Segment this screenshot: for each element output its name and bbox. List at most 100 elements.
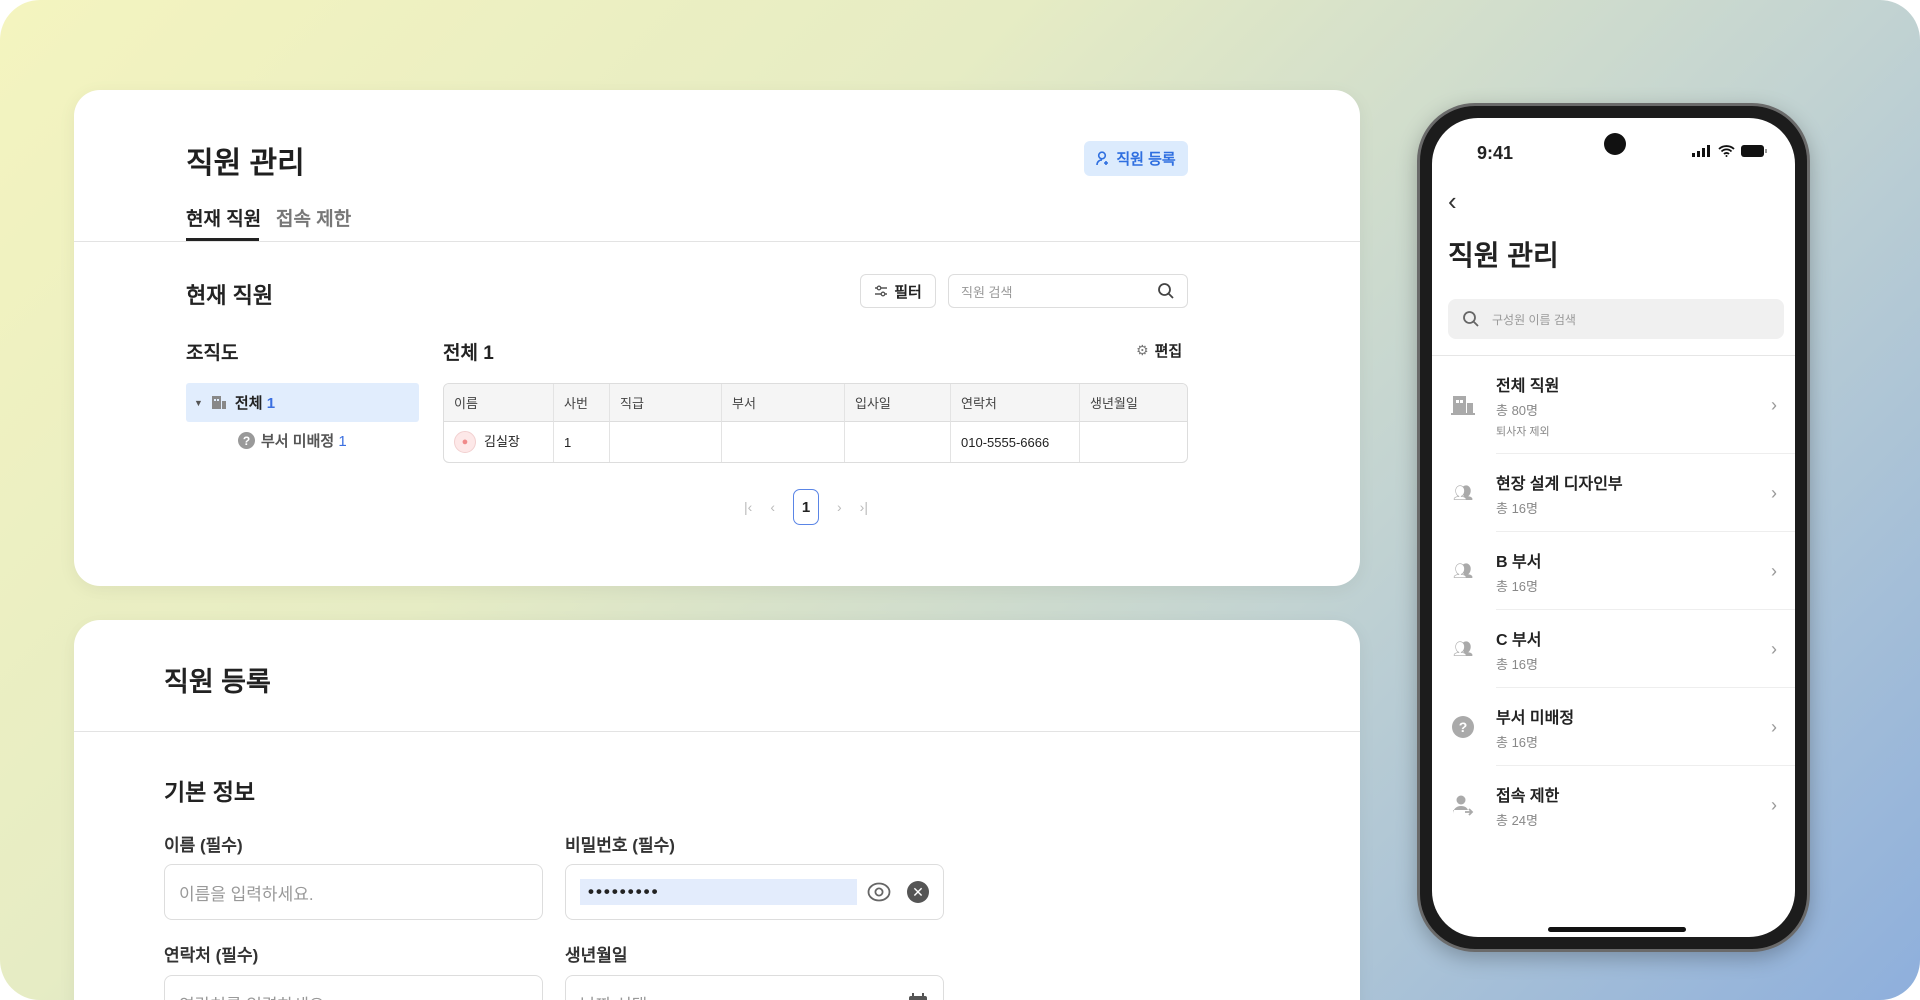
cell-dept xyxy=(722,422,845,462)
cell-birthdate xyxy=(1080,422,1187,462)
status-time: 9:41 xyxy=(1477,143,1514,163)
filter-button[interactable]: 필터 xyxy=(860,274,936,308)
gear-icon: ⚙ xyxy=(1136,342,1149,358)
table-header-row: 이름 사번 직급 부서 입사일 연락처 생년월일 xyxy=(444,384,1187,422)
item-count: 총 16명 xyxy=(1496,734,1538,750)
battery-icon xyxy=(1741,145,1767,157)
prev-page-icon[interactable]: ‹ xyxy=(770,499,775,515)
tab-access-restricted[interactable]: 접속 제한 xyxy=(276,204,351,231)
column-header[interactable]: 직급 xyxy=(610,384,722,422)
filter-label: 필터 xyxy=(894,283,922,301)
calendar-icon[interactable] xyxy=(907,992,929,1000)
employee-search-input[interactable]: 직원 검색 xyxy=(948,274,1188,308)
birthdate-placeholder: 날짜 선택 xyxy=(580,991,647,1000)
name-label: 이름 (필수) xyxy=(164,836,243,855)
employee-management-card: 직원 관리 직원 등록 현재 직원 접속 제한 현재 직원 필터 직원 검색 조… xyxy=(74,90,1360,586)
divider xyxy=(74,241,1360,242)
search-placeholder: 직원 검색 xyxy=(961,284,1013,300)
signal-icon xyxy=(1692,145,1710,157)
group-icon: 👥︎ xyxy=(1452,563,1474,580)
item-count: 총 16명 xyxy=(1496,656,1538,672)
password-value: ••••••••• xyxy=(580,879,857,905)
clear-icon[interactable]: ✕ xyxy=(907,881,929,903)
column-header[interactable]: 입사일 xyxy=(845,384,951,422)
item-title: 부서 미배정 xyxy=(1496,709,1575,727)
question-icon: ? xyxy=(1450,714,1476,740)
sliders-icon xyxy=(875,285,888,297)
edit-label: 편집 xyxy=(1154,343,1183,360)
register-button-label: 직원 등록 xyxy=(1116,151,1176,168)
register-employee-card: 직원 등록 기본 정보 이름 (필수) 이름을 입력하세요. 비밀번호 (필수)… xyxy=(74,620,1360,1000)
tree-count: 1 xyxy=(338,433,347,450)
item-count: 총 16명 xyxy=(1496,578,1538,594)
password-input[interactable]: ••••••••• ✕ xyxy=(565,864,944,920)
column-header[interactable]: 이름 xyxy=(444,384,554,422)
search-icon xyxy=(1463,311,1479,327)
section-title: 현재 직원 xyxy=(186,283,274,308)
chevron-right-icon: › xyxy=(1771,716,1777,737)
chevron-right-icon: › xyxy=(1771,794,1777,815)
first-page-icon[interactable]: |‹ xyxy=(744,499,752,515)
avatar: ● xyxy=(454,431,476,454)
group-icon: 👥︎ xyxy=(1452,641,1474,658)
member-search-input[interactable]: 구성원 이름 검색 xyxy=(1448,299,1784,339)
list-item-all-employees[interactable]: 전체 직원 총 80명 퇴사자 제외 › xyxy=(1432,356,1795,454)
eye-icon[interactable] xyxy=(867,882,891,902)
last-page-icon[interactable]: ›| xyxy=(860,499,868,515)
building-icon xyxy=(211,396,226,409)
search-icon[interactable] xyxy=(1157,282,1175,300)
cell-name: ● 김실장 xyxy=(444,422,554,462)
phone-input[interactable]: 연락처를 입력하세요. xyxy=(164,975,543,1000)
pagination: |‹ ‹ 1 › ›| xyxy=(744,489,868,525)
phone-mockup: 9:41 ‹ 직원 관리 구성원 이름 검색 전체 직원 총 80명 퇴사자 제외 … xyxy=(1417,103,1810,952)
birthdate-input[interactable]: 날짜 선택 xyxy=(565,975,944,1000)
list-item-access-restricted[interactable]: 접속 제한총 24명 › xyxy=(1432,766,1795,844)
org-tree-item-unassigned[interactable]: ? 부서 미배정 1 xyxy=(238,430,347,451)
chevron-right-icon: › xyxy=(1771,394,1777,415)
name-placeholder: 이름을 입력하세요. xyxy=(179,884,314,904)
item-title: 전체 직원 xyxy=(1496,377,1560,395)
list-item-unassigned[interactable]: ? 부서 미배정총 16명 › xyxy=(1432,688,1795,766)
item-title: 접속 제한 xyxy=(1496,787,1560,805)
column-header[interactable]: 사번 xyxy=(554,384,610,422)
list-item-department[interactable]: 👥︎ B 부서 총 16명 › xyxy=(1432,532,1795,610)
cell-id: 1 xyxy=(554,422,610,462)
list-item-department[interactable]: 👥︎ C 부서 총 16명 › xyxy=(1432,610,1795,688)
edit-button[interactable]: ⚙ 편집 xyxy=(1136,340,1182,361)
org-chart-title: 조직도 xyxy=(186,343,239,364)
tree-label: 부서 미배정 xyxy=(261,433,335,450)
org-tree-item-all[interactable]: ▼ 전체 1 xyxy=(186,383,419,422)
search-placeholder: 구성원 이름 검색 xyxy=(1492,312,1576,327)
back-icon[interactable]: ‹ xyxy=(1448,186,1457,217)
column-header[interactable]: 생년월일 xyxy=(1080,384,1187,422)
home-indicator xyxy=(1548,927,1686,932)
user-blocked-icon xyxy=(1450,792,1476,818)
item-count: 총 16명 xyxy=(1496,500,1538,516)
item-note: 퇴사자 제외 xyxy=(1496,425,1550,438)
basic-info-title: 기본 정보 xyxy=(164,779,256,805)
chevron-right-icon: › xyxy=(1771,560,1777,581)
employee-name: 김실장 xyxy=(484,433,520,449)
tab-current-employees[interactable]: 현재 직원 xyxy=(186,204,261,231)
list-item-department[interactable]: 👥︎ 현장 설계 디자인부 총 16명 › xyxy=(1432,454,1795,532)
register-title: 직원 등록 xyxy=(164,667,271,697)
caret-down-icon[interactable]: ▼ xyxy=(194,398,203,408)
password-label: 비밀번호 (필수) xyxy=(565,836,675,855)
item-title: C 부서 xyxy=(1496,631,1542,649)
background: 직원 관리 직원 등록 현재 직원 접속 제한 현재 직원 필터 직원 검색 조… xyxy=(0,0,1920,1000)
page-title: 직원 관리 xyxy=(186,147,305,180)
next-page-icon[interactable]: › xyxy=(837,499,842,515)
table-row[interactable]: ● 김실장 1 010-5555-6666 xyxy=(444,422,1187,462)
column-header[interactable]: 연락처 xyxy=(951,384,1080,422)
phone-label: 연락처 (필수) xyxy=(164,946,259,965)
phone-screen: 9:41 ‹ 직원 관리 구성원 이름 검색 전체 직원 총 80명 퇴사자 제외 … xyxy=(1432,118,1795,937)
item-count: 총 24명 xyxy=(1496,812,1538,828)
chevron-right-icon: › xyxy=(1771,482,1777,503)
column-header[interactable]: 부서 xyxy=(722,384,845,422)
cell-rank xyxy=(610,422,722,462)
register-employee-button[interactable]: 직원 등록 xyxy=(1084,141,1188,176)
page-button-current[interactable]: 1 xyxy=(792,489,819,525)
name-input[interactable]: 이름을 입력하세요. xyxy=(164,864,543,920)
mobile-title: 직원 관리 xyxy=(1448,240,1559,271)
building-icon xyxy=(1450,392,1476,418)
